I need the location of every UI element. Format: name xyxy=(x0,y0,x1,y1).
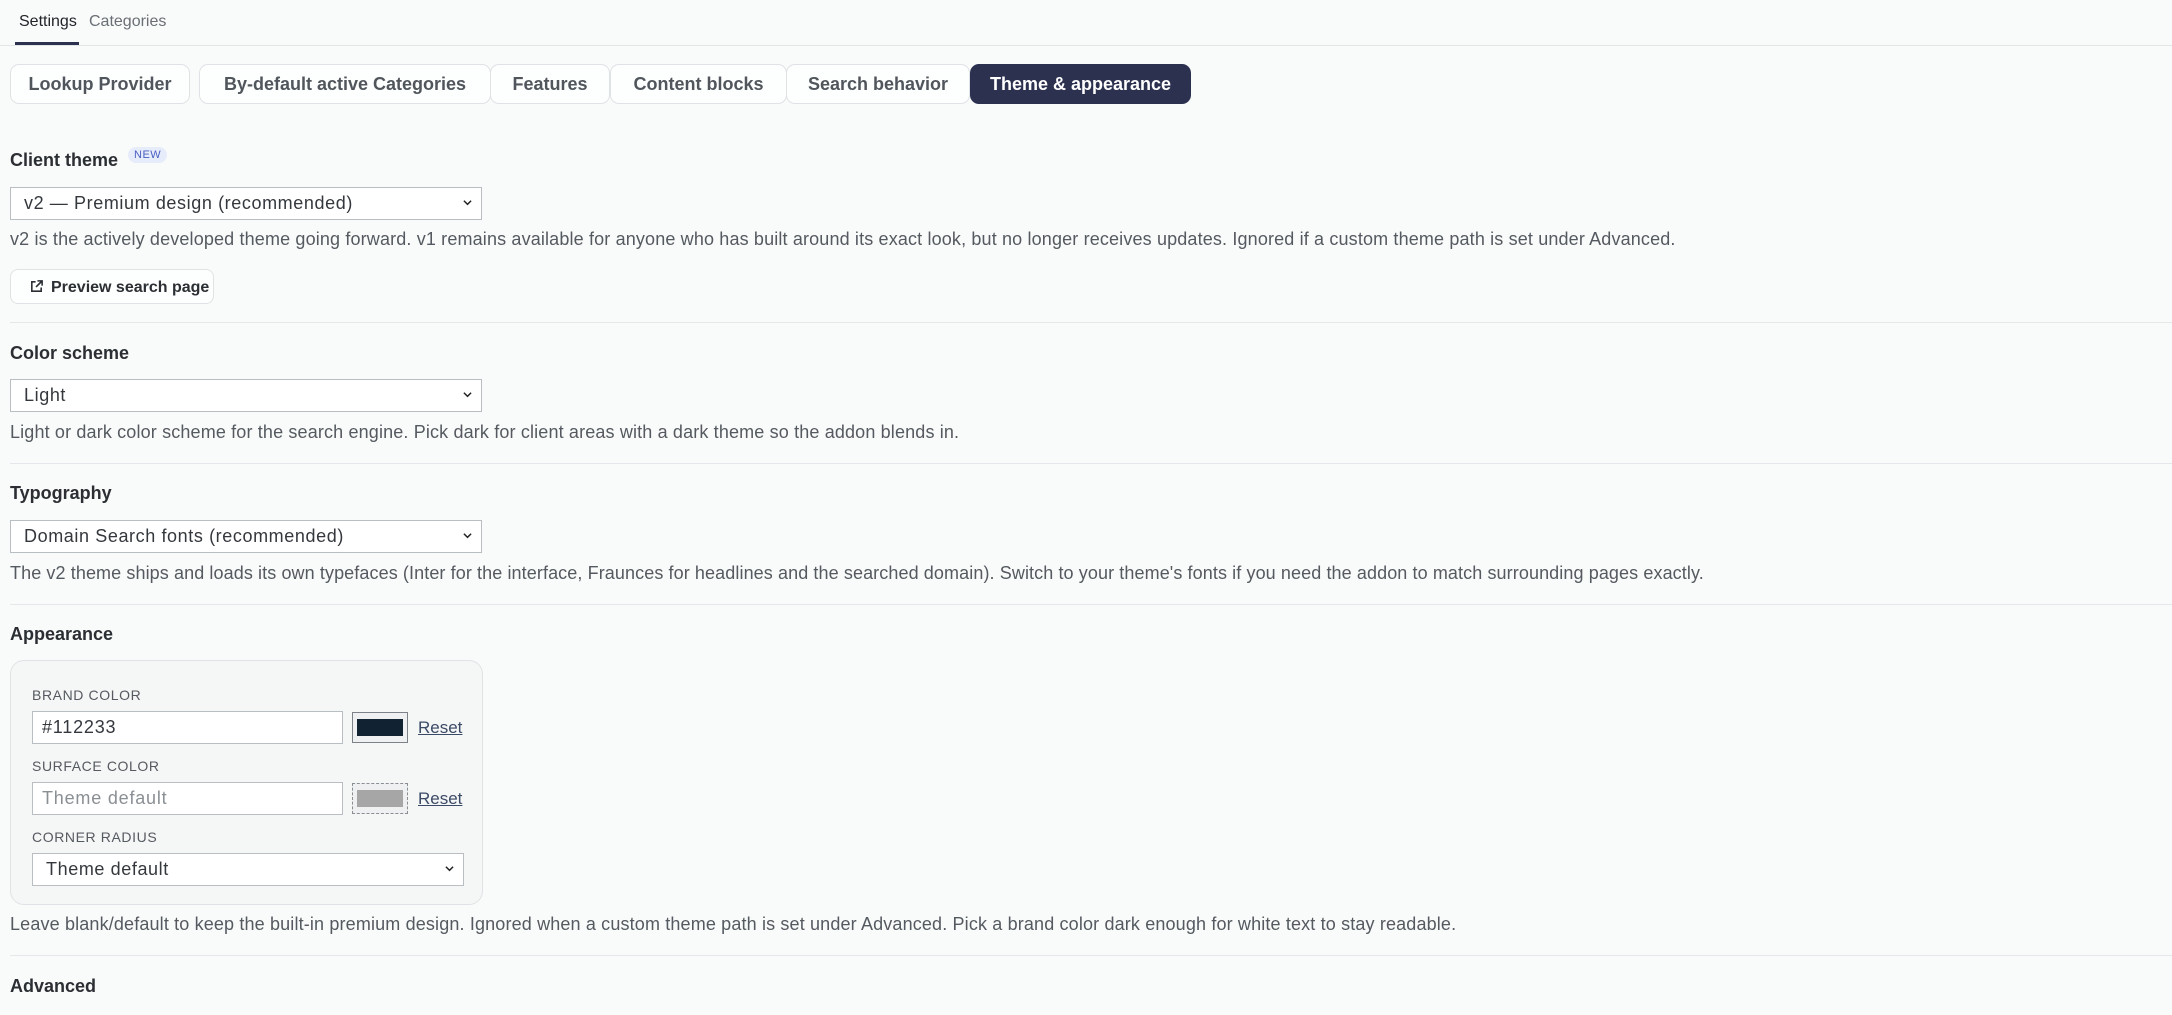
subnav-search-behavior[interactable]: Search behavior xyxy=(786,64,970,104)
surface-color-swatch-fill xyxy=(357,790,403,807)
section-divider xyxy=(10,463,2172,464)
subnav-lookup-provider[interactable]: Lookup Provider xyxy=(10,64,190,104)
client-theme-title: Client theme xyxy=(10,150,119,170)
typography-select[interactable]: Domain Search fonts (recommended) xyxy=(10,520,482,553)
subnav-content-blocks[interactable]: Content blocks xyxy=(610,64,787,104)
external-link-icon xyxy=(31,280,43,292)
subnav-theme-appearance[interactable]: Theme & appearance xyxy=(970,64,1191,104)
appearance-panel: BRAND COLOR Reset SURFACE COLOR Reset CO… xyxy=(10,660,483,905)
appearance-description: Leave blank/default to keep the built-in… xyxy=(10,914,1457,934)
color-scheme-description: Light or dark color scheme for the searc… xyxy=(10,422,960,442)
typography-title: Typography xyxy=(10,483,112,503)
color-scheme-select[interactable]: Light xyxy=(10,379,482,412)
corner-radius-label: CORNER RADIUS xyxy=(32,829,158,845)
brand-color-input[interactable] xyxy=(32,711,343,744)
section-divider xyxy=(10,955,2172,956)
chevron-down-icon xyxy=(445,866,454,872)
surface-color-reset-link[interactable]: Reset xyxy=(418,789,462,809)
new-badge: NEW xyxy=(128,147,168,163)
surface-color-input[interactable] xyxy=(32,782,343,815)
corner-radius-selected: Theme default xyxy=(46,859,169,879)
subnav-default-categories[interactable]: By-default active Categories xyxy=(199,64,491,104)
corner-radius-select[interactable]: Theme default xyxy=(32,853,464,886)
advanced-title: Advanced xyxy=(10,976,97,996)
section-divider xyxy=(10,322,2172,323)
client-theme-selected: v2 — Premium design (recommended) xyxy=(24,193,353,213)
section-divider xyxy=(10,604,2172,605)
brand-color-label: BRAND COLOR xyxy=(32,687,142,703)
typography-selected: Domain Search fonts (recommended) xyxy=(24,526,344,546)
client-theme-select[interactable]: v2 — Premium design (recommended) xyxy=(10,187,482,220)
active-tab-indicator xyxy=(15,42,79,45)
brand-color-reset-link[interactable]: Reset xyxy=(418,718,462,738)
brand-color-swatch-fill xyxy=(357,719,403,736)
color-scheme-title: Color scheme xyxy=(10,343,130,363)
appearance-title: Appearance xyxy=(10,624,114,644)
brand-color-swatch[interactable] xyxy=(352,712,408,743)
tab-categories[interactable]: Categories xyxy=(89,12,166,32)
top-tab-bar: Settings Categories xyxy=(0,0,2172,46)
client-theme-description: v2 is the actively developed theme going… xyxy=(10,229,1676,249)
surface-color-label: SURFACE COLOR xyxy=(32,758,160,774)
chevron-down-icon xyxy=(463,200,472,206)
tab-settings[interactable]: Settings xyxy=(19,12,77,32)
subnav-features[interactable]: Features xyxy=(490,64,610,104)
preview-search-page-button[interactable]: Preview search page xyxy=(10,269,214,304)
chevron-down-icon xyxy=(463,533,472,539)
typography-description: The v2 theme ships and loads its own typ… xyxy=(10,563,1704,583)
color-scheme-selected: Light xyxy=(24,385,67,405)
preview-button-label: Preview search page xyxy=(51,279,210,296)
surface-color-swatch[interactable] xyxy=(352,783,408,814)
chevron-down-icon xyxy=(463,392,472,398)
